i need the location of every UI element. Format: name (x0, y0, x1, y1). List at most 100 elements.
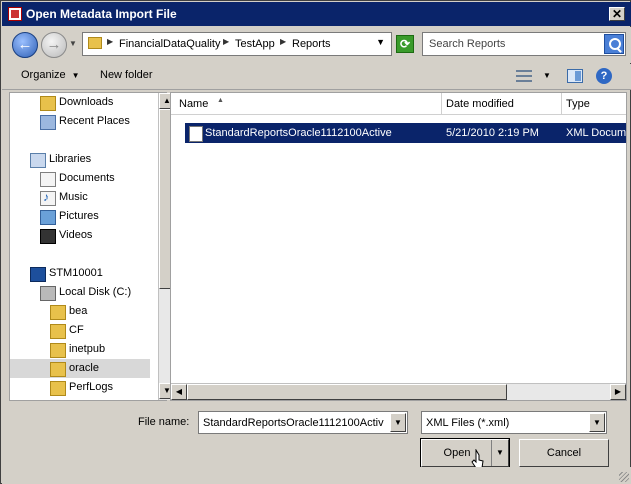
file-date: 5/21/2010 2:19 PM (446, 127, 539, 139)
scroll-thumb[interactable] (187, 384, 507, 400)
close-button[interactable]: ✕ (609, 7, 625, 21)
command-toolbar: Organize ▼ New folder ▼ ? (2, 64, 631, 90)
recent-locations-dropdown[interactable]: ▼ (69, 39, 77, 48)
breadcrumb-item[interactable]: FinancialDataQuality (119, 38, 221, 50)
title-bar: Open Metadata Import File ✕ (2, 2, 631, 26)
search-box[interactable]: Search Reports (422, 32, 626, 56)
column-label: Date modified (446, 98, 514, 110)
sidebar-item-label: Pictures (59, 210, 99, 222)
folder-icon (88, 37, 102, 49)
disk-icon (40, 286, 56, 301)
sidebar-item-computer[interactable]: STM10001 (10, 264, 150, 283)
recent-places-icon (40, 115, 56, 130)
search-icon[interactable] (604, 34, 624, 54)
sidebar-item-perflogs[interactable]: PerfLogs (10, 378, 150, 397)
xml-file-icon (189, 126, 203, 142)
sidebar-item-documents[interactable]: Documents (10, 169, 150, 188)
music-icon (40, 190, 56, 206)
chevron-right-icon[interactable]: ▶ (107, 37, 113, 46)
file-type: XML Docume (566, 127, 627, 139)
chevron-right-icon[interactable]: ▶ (223, 37, 229, 46)
folder-icon (40, 96, 56, 111)
sidebar-item-music[interactable]: Music (10, 188, 150, 207)
column-header-type[interactable]: Type (562, 93, 626, 115)
refresh-button[interactable]: ⟳ (396, 35, 414, 53)
chevron-down-icon[interactable]: ▼ (491, 440, 508, 466)
sidebar-item-bea[interactable]: bea (10, 302, 150, 321)
column-header-name[interactable]: Name ▲ (171, 93, 442, 115)
sidebar-item-label: PerfLogs (69, 381, 114, 393)
sidebar-item-label: CF (69, 324, 84, 336)
sidebar-item-recent-places[interactable]: Recent Places (10, 112, 150, 131)
breadcrumb-item[interactable]: TestApp (235, 38, 275, 50)
scroll-right-icon[interactable]: ▶ (610, 384, 626, 400)
file-name: StandardReportsOracle1112100Active (205, 127, 392, 139)
file-name-field[interactable]: StandardReportsOracle1112100Activ ▼ (198, 411, 408, 434)
status-bar (2, 467, 631, 484)
folder-icon (50, 305, 66, 320)
sidebar-item-inetpub[interactable]: inetpub (10, 340, 150, 359)
sort-ascending-icon: ▲ (217, 97, 224, 104)
close-icon: ✕ (611, 7, 623, 21)
resize-grip-icon[interactable] (619, 472, 629, 482)
sidebar-item-pictures[interactable]: Pictures (10, 207, 150, 226)
file-type-value: XML Files (*.xml) (426, 417, 510, 429)
sidebar-item-label: oracle (69, 362, 99, 374)
chevron-down-icon[interactable]: ▼ (589, 413, 605, 432)
table-row[interactable]: StandardReportsOracle1112100Active 5/21/… (185, 123, 627, 143)
file-name-value: StandardReportsOracle1112100Activ (203, 417, 384, 429)
navigation-bar: ← → ▼ ▶ FinancialDataQuality ▶ TestApp ▶… (2, 27, 631, 63)
address-bar[interactable]: ▶ FinancialDataQuality ▶ TestApp ▶ Repor… (82, 32, 392, 56)
column-label: Type (566, 98, 590, 110)
app-icon (8, 7, 22, 21)
file-list: Name ▲ Date modified Type StandardReport… (170, 92, 627, 401)
forward-arrow-icon: → (46, 36, 62, 53)
sidebar-item-local-disk[interactable]: Local Disk (C:) (10, 283, 150, 302)
documents-icon (40, 172, 56, 187)
chevron-down-icon[interactable]: ▼ (390, 413, 406, 432)
file-type-select[interactable]: XML Files (*.xml) ▼ (421, 411, 607, 434)
sidebar-item-label: bea (69, 305, 88, 317)
cancel-label: Cancel (546, 447, 582, 459)
cancel-button[interactable]: Cancel (519, 439, 609, 467)
chevron-down-icon[interactable]: ▼ (376, 37, 385, 47)
column-label: Name (179, 98, 209, 110)
sidebar-item-label: STM10001 (49, 267, 103, 279)
preview-pane-icon[interactable] (567, 69, 583, 83)
scroll-left-icon[interactable]: ◀ (171, 384, 187, 400)
sidebar-item-label: Local Disk (C:) (59, 286, 132, 298)
sidebar-item-label: Libraries (49, 153, 92, 165)
file-list-scrollbar[interactable]: ◀ ▶ (171, 383, 626, 400)
folder-icon (50, 362, 66, 377)
sidebar-item-oracle[interactable]: oracle (10, 359, 150, 378)
folder-icon (50, 324, 66, 339)
sidebar-item-libraries[interactable]: Libraries (10, 150, 150, 169)
sidebar-item-label: Music (59, 191, 88, 203)
search-input[interactable]: Search Reports (429, 38, 505, 50)
new-folder-button[interactable]: New folder (100, 69, 153, 81)
sidebar-item-label: Videos (59, 229, 93, 241)
forward-button[interactable]: → (41, 32, 67, 58)
breadcrumb-item[interactable]: Reports (292, 38, 331, 50)
organize-button[interactable]: Organize ▼ (21, 69, 80, 81)
back-button[interactable]: ← (12, 32, 38, 58)
pictures-icon (40, 210, 56, 225)
open-file-dialog: Open Metadata Import File ✕ ← → ▼ ▶ Fina… (0, 0, 631, 484)
chevron-down-icon[interactable]: ▼ (543, 71, 551, 80)
libraries-icon (30, 153, 46, 168)
open-button[interactable]: Open ▼ (420, 438, 510, 468)
column-header-date[interactable]: Date modified (442, 93, 562, 115)
sidebar-item-label: Documents (59, 172, 115, 184)
dialog-title: Open Metadata Import File (26, 7, 177, 21)
sidebar-item-label: inetpub (69, 343, 106, 355)
chevron-right-icon[interactable]: ▶ (280, 37, 286, 46)
sidebar-item-label: Downloads (59, 96, 114, 108)
folder-icon (50, 381, 66, 396)
navigation-pane: Downloads Recent Places Libraries Docume… (9, 92, 175, 401)
folder-icon (50, 343, 66, 358)
help-icon[interactable]: ? (596, 68, 612, 84)
sidebar-item-downloads[interactable]: Downloads (10, 93, 150, 112)
view-options-icon[interactable] (516, 70, 532, 82)
sidebar-item-videos[interactable]: Videos (10, 226, 150, 245)
sidebar-item-cf[interactable]: CF (10, 321, 150, 340)
